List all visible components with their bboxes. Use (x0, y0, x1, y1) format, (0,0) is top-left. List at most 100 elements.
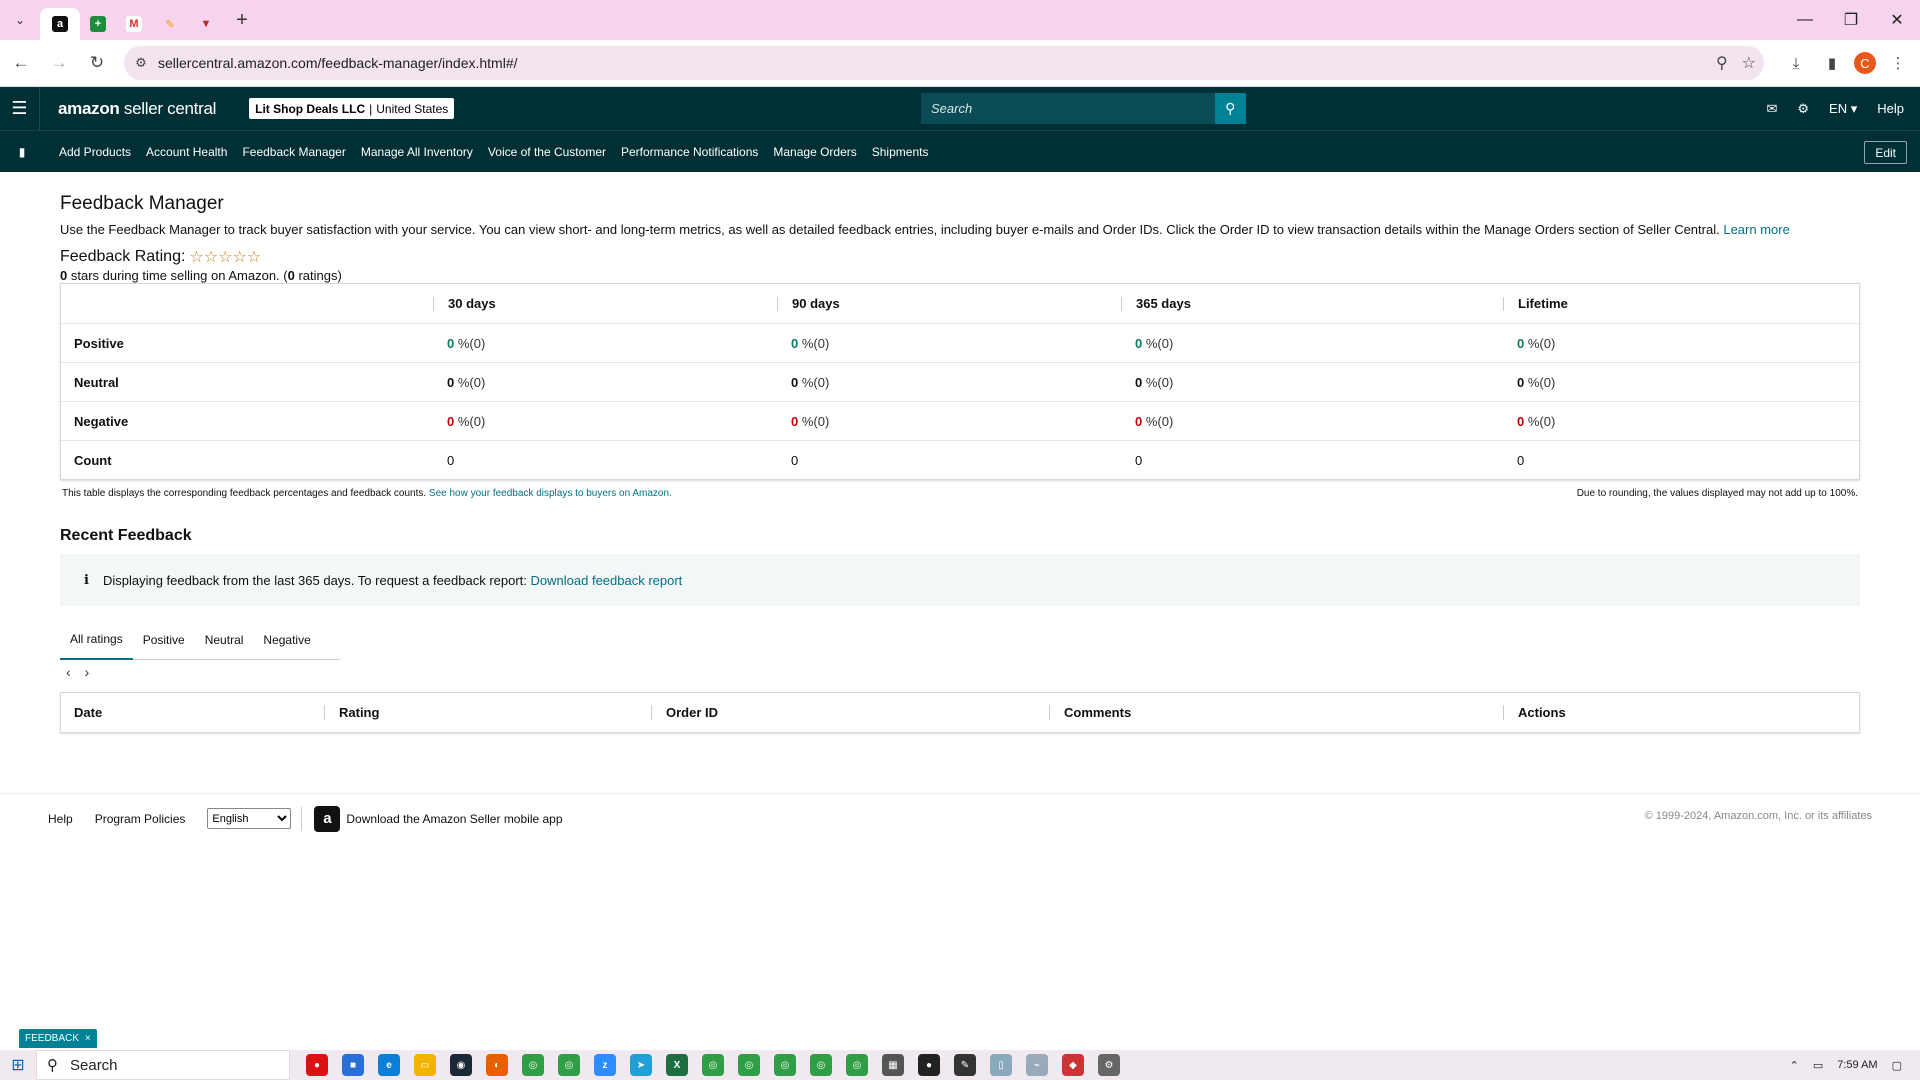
notes-icon[interactable]: ✎ (954, 1054, 976, 1076)
tab-neutral[interactable]: Neutral (195, 620, 254, 660)
table-note-left: This table displays the corresponding fe… (62, 488, 672, 499)
folder-icon[interactable]: ▭ (414, 1054, 436, 1076)
search-icon[interactable]: ⚲ (1214, 93, 1246, 124)
feedback-display-link[interactable]: See how your feedback displays to buyers… (429, 488, 672, 499)
download-report-link[interactable]: Download feedback report (531, 573, 683, 588)
browser-tab-sheets[interactable]: + (80, 8, 116, 40)
chrome-icon[interactable]: ◎ (702, 1054, 724, 1076)
close-icon[interactable]: × (85, 1033, 91, 1044)
store-icon[interactable]: ■ (342, 1054, 364, 1076)
column-header-comments[interactable]: Comments (1049, 705, 1503, 720)
clock[interactable]: 7:59 AM (1837, 1059, 1877, 1071)
new-tab-plus-icon[interactable]: + (224, 4, 260, 36)
learn-more-link[interactable]: Learn more (1723, 222, 1789, 237)
chevron-right-icon[interactable]: › (85, 664, 90, 680)
percent-text: %(0) (798, 413, 830, 429)
forward-arrow-icon[interactable]: → (42, 46, 76, 80)
tab-search-chevron-icon[interactable]: ⌄ (0, 0, 40, 40)
notification-icon[interactable]: ▢ (1892, 1059, 1902, 1072)
nav-item-add-products[interactable]: Add Products (59, 145, 131, 159)
amazon-app-icon[interactable]: a (314, 805, 341, 832)
footer-policies-link[interactable]: Program Policies (95, 812, 186, 826)
bookmark-icon[interactable]: ▮ (0, 145, 44, 159)
download-icon[interactable]: ⤓ (1782, 49, 1810, 77)
zoom-icon[interactable]: ⚲ (1716, 53, 1728, 73)
excel-icon[interactable]: X (666, 1054, 688, 1076)
chevron-left-icon[interactable]: ‹ (66, 664, 71, 680)
header-search-input[interactable] (921, 93, 1215, 124)
browser-tab-pencil[interactable]: ✎ (152, 8, 188, 40)
site-info-icon[interactable]: ⚙ (124, 55, 158, 71)
help-link[interactable]: Help (1877, 101, 1904, 116)
seller-central-logo[interactable]: amazon seller central (58, 99, 216, 119)
rating-tabs: All ratings Positive Neutral Negative (60, 620, 340, 660)
profile-avatar[interactable]: C (1854, 52, 1876, 74)
tab-positive[interactable]: Positive (133, 620, 195, 660)
nav-item-manage-inventory[interactable]: Manage All Inventory (361, 145, 473, 159)
hamburger-menu-icon[interactable]: ☰ (0, 87, 40, 130)
nav-item-manage-orders[interactable]: Manage Orders (773, 145, 856, 159)
url-text[interactable]: sellercentral.amazon.com/feedback-manage… (158, 55, 518, 71)
nav-item-performance-notifications[interactable]: Performance Notifications (621, 145, 758, 159)
column-header-date[interactable]: Date (61, 705, 324, 720)
media-icon[interactable]: ● (918, 1054, 940, 1076)
side-panel-icon[interactable]: ▮ (1818, 49, 1846, 77)
chrome-icon[interactable]: ◎ (810, 1054, 832, 1076)
browser-tab-shield[interactable]: ▼ (188, 8, 224, 40)
intro-text: Use the Feedback Manager to track buyer … (60, 222, 1720, 237)
nav-item-voice-of-customer[interactable]: Voice of the Customer (488, 145, 606, 159)
close-window-icon[interactable]: ✕ (1874, 0, 1920, 40)
more-menu-icon[interactable]: ⋮ (1884, 49, 1912, 77)
bookmark-star-icon[interactable]: ☆ (1742, 53, 1756, 73)
column-header-order-id[interactable]: Order ID (651, 705, 1049, 720)
telegram-icon[interactable]: ➤ (630, 1054, 652, 1076)
footer-help-link[interactable]: Help (48, 812, 73, 826)
tab-negative[interactable]: Negative (253, 620, 320, 660)
reload-icon[interactable]: ↻ (80, 46, 114, 80)
taskbar-search[interactable]: ⚲ Search (36, 1050, 290, 1080)
mail-icon[interactable]: ✉ (1766, 101, 1777, 117)
chrome-icon[interactable]: ◎ (522, 1054, 544, 1076)
zoom-icon[interactable]: z (594, 1054, 616, 1076)
table-note-text: This table displays the corresponding fe… (62, 488, 427, 499)
edge-icon[interactable]: e (378, 1054, 400, 1076)
mobile-app-link[interactable]: Download the Amazon Seller mobile app (346, 812, 562, 826)
browser-tab-amazon[interactable]: a (40, 8, 80, 40)
back-arrow-icon[interactable]: ← (4, 46, 38, 80)
battery-icon[interactable]: ▭ (1813, 1059, 1823, 1072)
firefox-icon[interactable]: ◐ (486, 1054, 508, 1076)
chrome-icon[interactable]: ◎ (846, 1054, 868, 1076)
steam-icon[interactable]: ◉ (450, 1054, 472, 1076)
minimize-icon[interactable]: — (1782, 0, 1828, 40)
chrome-icon[interactable]: ◎ (738, 1054, 760, 1076)
omnibox-actions: ⚲ ☆ (1716, 46, 1756, 80)
file-icon[interactable]: ▯ (990, 1054, 1012, 1076)
feedback-widget-tab[interactable]: FEEDBACK × (19, 1029, 97, 1048)
chevron-up-icon[interactable]: ⌃ (1790, 1059, 1799, 1072)
column-header-rating[interactable]: Rating (324, 705, 651, 720)
nav-item-shipments[interactable]: Shipments (872, 145, 929, 159)
gear-icon[interactable]: ⚙ (1797, 101, 1809, 117)
calculator-icon[interactable]: ▦ (882, 1054, 904, 1076)
nav-item-feedback-manager[interactable]: Feedback Manager (242, 145, 345, 159)
edit-nav-button[interactable]: Edit (1864, 141, 1907, 164)
shield-icon: ▼ (200, 18, 212, 30)
store-switcher[interactable]: Lit Shop Deals LLC | United States (249, 98, 455, 119)
chrome-icon[interactable]: ◎ (558, 1054, 580, 1076)
browser-tab-gmail[interactable]: M (116, 8, 152, 40)
chrome-icon[interactable]: ◎ (774, 1054, 796, 1076)
network-icon[interactable]: ⌁ (1026, 1054, 1048, 1076)
store-region: United States (376, 101, 449, 116)
language-selector[interactable]: EN ▾ (1829, 101, 1857, 117)
nav-item-account-health[interactable]: Account Health (146, 145, 227, 159)
tab-all-ratings[interactable]: All ratings (60, 620, 133, 660)
windows-start-icon[interactable]: ⊞ (0, 1055, 36, 1075)
address-bar[interactable]: ⚙ sellercentral.amazon.com/feedback-mana… (124, 46, 1764, 80)
feedback-rating: Feedback Rating: ☆☆☆☆☆ (60, 247, 1860, 267)
row-label: Negative (74, 413, 129, 429)
app-icon[interactable]: ● (306, 1054, 328, 1076)
settings-icon[interactable]: ⚙ (1098, 1054, 1120, 1076)
restore-icon[interactable]: ❐ (1828, 0, 1874, 40)
footer-language-select[interactable]: English (207, 808, 292, 829)
app-icon[interactable]: ◆ (1062, 1054, 1084, 1076)
